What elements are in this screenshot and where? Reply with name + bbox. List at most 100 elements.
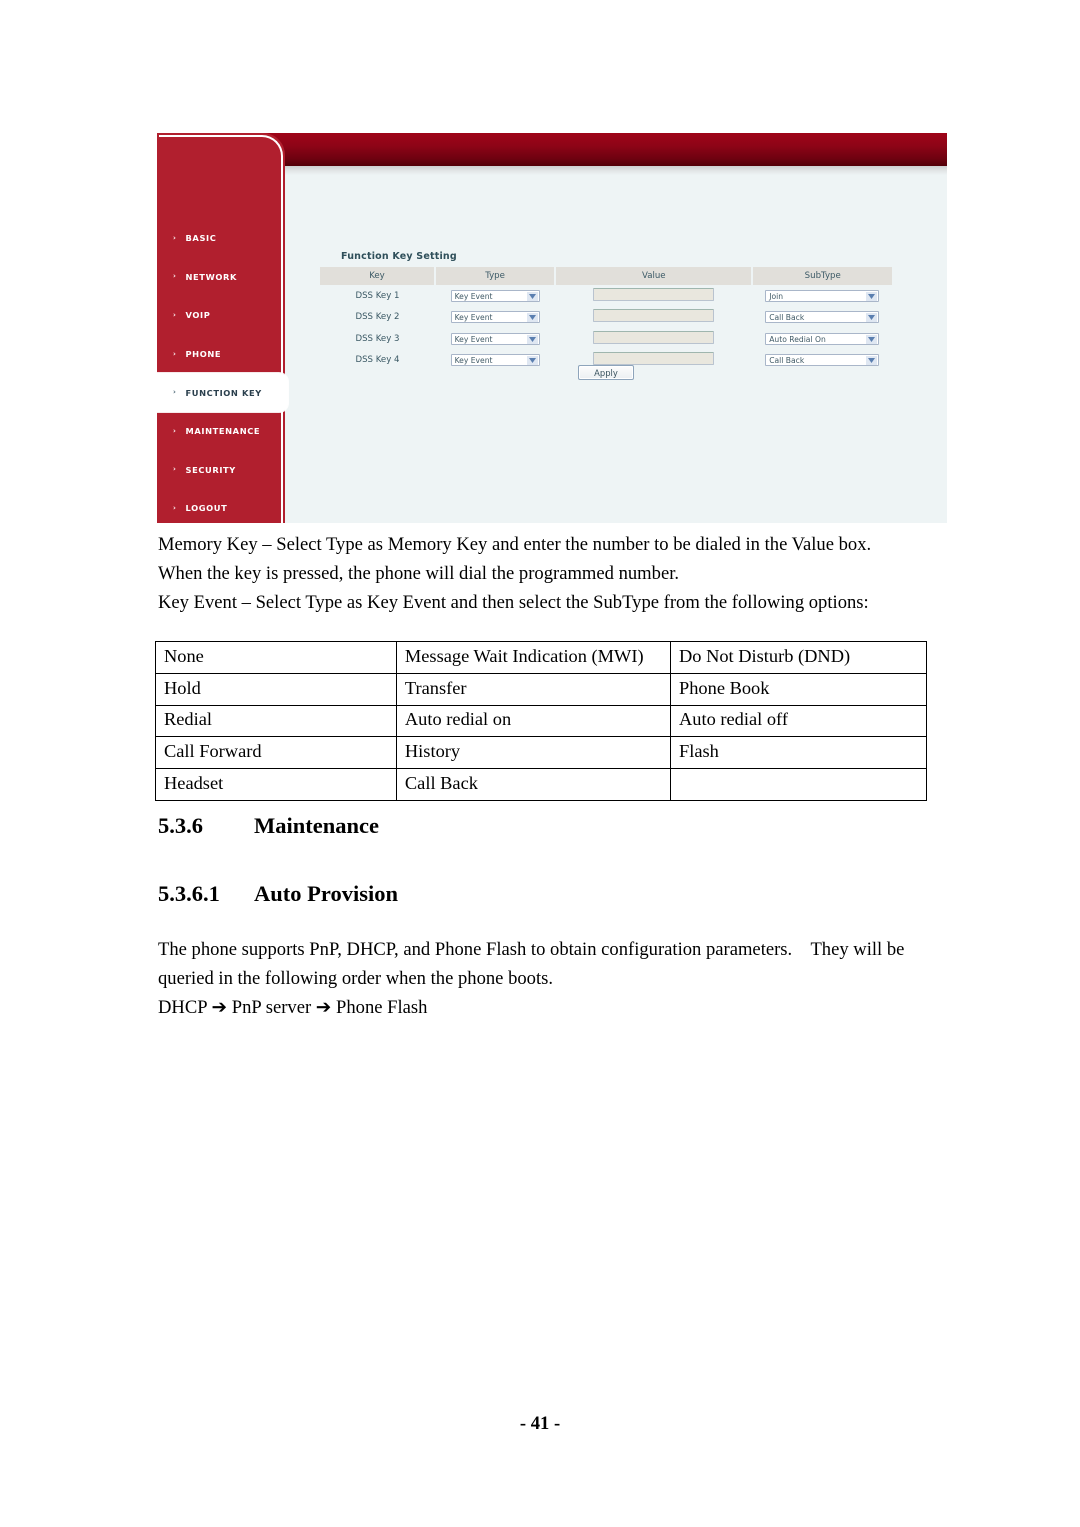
phone-web-ui-screenshot: › BASIC › NETWORK › VOIP › PHONE › FUNCT… xyxy=(157,133,947,523)
paragraph-boot-order: DHCP ➔ PnP server ➔ Phone Flash xyxy=(158,997,428,1018)
subtype-cell: Auto Redial On xyxy=(752,328,892,350)
section-title: Maintenance xyxy=(254,813,379,838)
webui-content-pane: Function Key Setting Key Type Value SubT… xyxy=(285,175,947,523)
chevron-right-icon: › xyxy=(173,465,177,474)
sidebar-item-security[interactable]: › SECURITY xyxy=(157,451,285,490)
sidebar-item-label: FUNCTION KEY xyxy=(185,387,262,398)
sidebar-item-network[interactable]: › NETWORK xyxy=(157,258,285,297)
chevron-right-icon: › xyxy=(173,310,177,319)
section-title: Auto Provision xyxy=(254,881,398,906)
paragraph-auto-provision: The phone supports PnP, DHCP, and Phone … xyxy=(158,939,905,990)
chevron-right-icon: › xyxy=(173,349,177,358)
option-cell: Headset xyxy=(155,768,397,801)
subtype-options-table: None Message Wait Indication (MWI) Do No… xyxy=(155,641,927,801)
sidebar-item-maintenance[interactable]: › MAINTENANCE xyxy=(157,412,285,451)
option-cell xyxy=(670,768,927,801)
value-cell xyxy=(555,328,752,350)
value-input-dss-key-3[interactable] xyxy=(593,330,715,344)
sidebar-item-phone[interactable]: › PHONE xyxy=(157,335,285,374)
type-cell: Key Event xyxy=(435,307,555,329)
sidebar-menu: › BASIC › NETWORK › VOIP › PHONE › FUNCT… xyxy=(157,219,288,523)
table-row: None Message Wait Indication (MWI) Do No… xyxy=(155,641,927,674)
sidebar-item-voip[interactable]: › VOIP xyxy=(157,296,285,335)
option-cell: Redial xyxy=(155,704,397,738)
panel-title: Function Key Setting xyxy=(341,251,457,262)
option-cell: Flash xyxy=(670,736,927,770)
option-cell: Auto redial off xyxy=(670,704,927,738)
subtype-select-value: Auto Redial On xyxy=(769,334,826,344)
column-header-subtype: SubType xyxy=(752,267,892,285)
table-row: Redial Auto redial on Auto redial off xyxy=(155,704,927,738)
table-row: DSS Key 1 Key Event Join xyxy=(320,285,892,307)
subtype-select-dss-key-2[interactable]: Call Back xyxy=(765,311,880,324)
chevron-down-icon xyxy=(526,313,538,323)
table-row: Call Forward History Flash xyxy=(155,736,927,770)
subtype-cell: Join xyxy=(752,285,892,307)
subtype-cell: Call Back xyxy=(752,307,892,329)
document-page: › BASIC › NETWORK › VOIP › PHONE › FUNCT… xyxy=(0,0,1080,1527)
chevron-down-icon xyxy=(866,313,878,323)
column-header-type: Type xyxy=(434,267,557,285)
chevron-down-icon xyxy=(866,291,878,301)
sidebar-item-logout[interactable]: › LOGOUT xyxy=(157,489,285,523)
chevron-down-icon xyxy=(526,291,538,301)
sidebar-item-label: VOIP xyxy=(185,310,211,321)
type-select-dss-key-3[interactable]: Key Event xyxy=(450,332,540,345)
type-select-dss-key-2[interactable]: Key Event xyxy=(450,311,540,324)
chevron-right-icon: › xyxy=(173,388,177,397)
section-number: 5.3.6 xyxy=(158,813,203,838)
chevron-down-icon xyxy=(866,334,878,344)
option-cell: Phone Book xyxy=(670,672,927,706)
table-row: Hold Transfer Phone Book xyxy=(155,672,927,706)
value-input-dss-key-1[interactable] xyxy=(593,287,715,301)
type-select-value: Key Event xyxy=(454,313,493,323)
sidebar-item-label: NETWORK xyxy=(185,271,237,282)
option-cell: Hold xyxy=(155,672,397,706)
option-cell: Auto redial on xyxy=(395,704,672,738)
subtype-select-value: Call Back xyxy=(769,313,805,323)
chevron-down-icon xyxy=(526,334,538,344)
chevron-right-icon: › xyxy=(173,426,177,435)
option-cell: Call Forward xyxy=(155,736,397,770)
type-cell: Key Event xyxy=(435,285,555,307)
webui-sidebar: › BASIC › NETWORK › VOIP › PHONE › FUNCT… xyxy=(157,133,288,523)
type-cell: Key Event xyxy=(435,328,555,350)
subtype-select-dss-key-1[interactable]: Join xyxy=(765,289,880,302)
option-cell: Message Wait Indication (MWI) xyxy=(395,641,672,674)
column-header-key: Key xyxy=(320,267,436,285)
table-row: DSS Key 3 Key Event Auto Redial On xyxy=(320,328,892,350)
value-input-dss-key-2[interactable] xyxy=(593,309,715,323)
type-select-value: Key Event xyxy=(454,291,493,301)
sidebar-item-function-key[interactable]: › FUNCTION KEY xyxy=(157,373,288,412)
dss-key-label: DSS Key 2 xyxy=(355,312,400,323)
sidebar-item-label: MAINTENANCE xyxy=(185,426,261,437)
section-number: 5.3.6.1 xyxy=(158,881,220,906)
type-select-value: Key Event xyxy=(454,334,493,344)
section-heading-auto-provision: 5.3.6.1 Auto Provision xyxy=(158,881,398,907)
page-number: - 41 - xyxy=(519,1413,561,1434)
sidebar-item-label: SECURITY xyxy=(185,464,236,475)
table-header-row: Key Type Value SubType xyxy=(320,267,892,285)
section-heading-maintenance: 5.3.6 Maintenance xyxy=(158,813,379,839)
column-header-value: Value xyxy=(555,267,754,285)
type-select-dss-key-1[interactable]: Key Event xyxy=(450,289,540,302)
table-row: DSS Key 2 Key Event Call Back xyxy=(320,307,892,329)
paragraph-key-event: Key Event – Select Type as Key Event and… xyxy=(158,592,869,613)
subtype-select-dss-key-3[interactable]: Auto Redial On xyxy=(765,332,880,345)
dss-key-label: DSS Key 1 xyxy=(355,290,400,301)
table-row: Headset Call Back xyxy=(155,768,927,801)
sidebar-item-label: LOGOUT xyxy=(185,503,228,514)
chevron-right-icon: › xyxy=(173,233,177,242)
function-key-table: Key Type Value SubType DSS Key 1 Key Eve… xyxy=(320,267,892,371)
option-cell: Call Back xyxy=(395,768,672,801)
apply-button-row: Apply xyxy=(320,361,892,380)
value-cell xyxy=(555,307,752,329)
sidebar-item-basic[interactable]: › BASIC xyxy=(157,219,285,258)
option-cell: None xyxy=(155,641,397,674)
apply-button[interactable]: Apply xyxy=(578,365,634,380)
chevron-right-icon: › xyxy=(173,272,177,281)
sidebar-item-label: PHONE xyxy=(185,349,222,360)
option-cell: Transfer xyxy=(395,672,672,706)
option-cell: Do Not Disturb (DND) xyxy=(670,641,927,674)
dss-key-label: DSS Key 3 xyxy=(355,333,400,344)
